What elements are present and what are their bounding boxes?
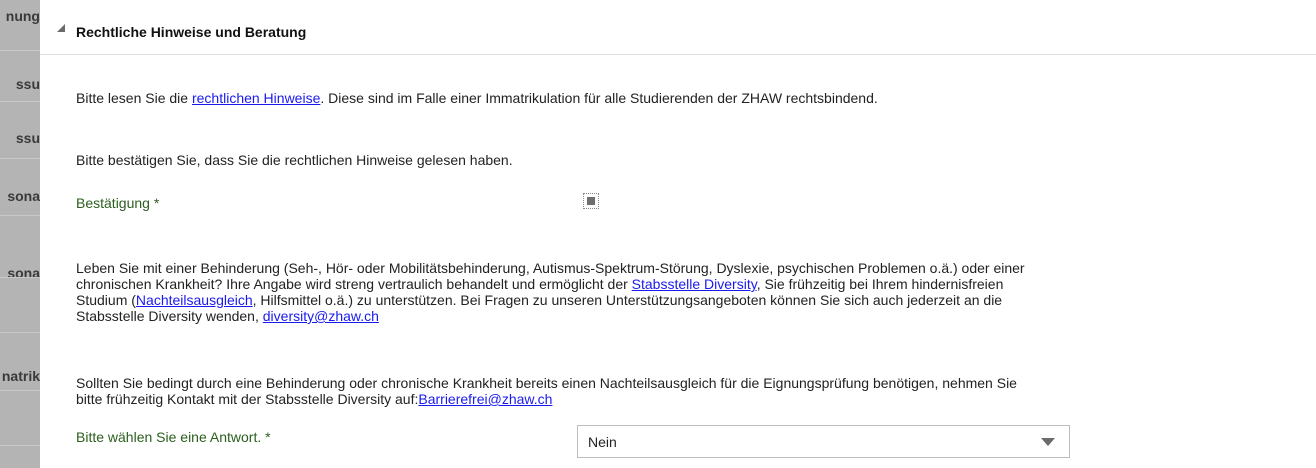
compensation-line-1: Sollten Sie bedingt durch eine Behinderu… — [76, 375, 1017, 391]
sidebar-item[interactable]: eme — [0, 395, 40, 446]
stabsstelle-diversity-link[interactable]: Stabsstelle Diversity — [632, 276, 757, 292]
sidebar-item-label: ssu — [15, 130, 40, 146]
diversity-line-2-text: chronischen Krankheit? Ihre Angabe wird … — [76, 276, 632, 292]
diversity-email-link[interactable]: diversity@zhaw.ch — [263, 308, 379, 324]
compensation-line-2: bitte frühzeitig Kontakt mit der Stabsst… — [76, 391, 1017, 407]
sidebar-item[interactable]: sona — [0, 165, 40, 216]
diversity-line-3-tail: , Hilfsmittel o.ä.) zu unterstützen. Bei… — [252, 292, 1003, 308]
sidebar-item-label: nung — [5, 8, 40, 24]
diversity-line-3: Studium (Nachteilsausgleich, Hilfsmittel… — [76, 292, 1025, 308]
confirm-label: Bestätigung * — [76, 195, 160, 211]
diversity-line-1: Leben Sie mit einer Behinderung (Seh-, H… — [76, 260, 1025, 276]
diversity-text: Leben Sie mit einer Behinderung (Seh-, H… — [76, 260, 1025, 324]
sidebar-nav: nung ssu ssu sona sona leste natrik eme — [0, 0, 40, 468]
sidebar-item[interactable]: nung — [0, 0, 40, 51]
sidebar-item-label: leste — [8, 332, 40, 333]
legal-text-before: Bitte lesen Sie die — [76, 90, 192, 106]
diversity-line-2: chronischen Krankheit? Ihre Angabe wird … — [76, 276, 1025, 292]
answer-select[interactable]: Nein — [577, 425, 1070, 458]
sidebar-item-label: natrik — [1, 368, 40, 384]
sidebar-item[interactable]: ssu — [0, 108, 40, 159]
diversity-line-4-text: Stabsstelle Diversity wenden, — [76, 308, 263, 324]
sidebar-item[interactable]: natrik — [0, 340, 40, 391]
sidebar-item-label: sona — [7, 265, 40, 278]
sidebar-item-label: sona — [7, 188, 40, 204]
compensation-line-2-text: bitte frühzeitig Kontakt mit der Stabsst… — [76, 391, 419, 407]
chevron-down-icon[interactable] — [1041, 438, 1055, 446]
nachteilsausgleich-link[interactable]: Nachteilsausgleich — [136, 292, 253, 308]
legal-notice-link[interactable]: rechtlichen Hinweise — [192, 90, 320, 106]
compensation-text: Sollten Sie bedingt durch eine Behinderu… — [76, 375, 1017, 407]
collapse-triangle-icon[interactable] — [56, 23, 66, 33]
legal-notice-text: Bitte lesen Sie die rechtlichen Hinweise… — [76, 90, 878, 106]
confirm-instruction: Bitte bestätigen Sie, dass Sie die recht… — [76, 152, 513, 168]
diversity-line-2-tail: , Sie frühzeitig bei Ihrem hindernisfrei… — [756, 276, 1004, 292]
diversity-line-4: Stabsstelle Diversity wenden, diversity@… — [76, 308, 1025, 324]
section-title: Rechtliche Hinweise und Beratung — [76, 24, 307, 40]
diversity-line-3-text: Studium ( — [76, 292, 136, 308]
barrierefrei-email-link[interactable]: Barrierefrei@zhaw.ch — [418, 391, 552, 407]
legal-text-after: . Diese sind im Falle einer Immatrikulat… — [320, 90, 878, 106]
sidebar-item[interactable]: leste — [0, 282, 40, 333]
sidebar-item[interactable]: sona — [0, 227, 40, 278]
answer-select-label: Bitte wählen Sie eine Antwort. * — [76, 429, 271, 445]
answer-select-value: Nein — [588, 434, 617, 450]
section-header[interactable]: Rechtliche Hinweise und Beratung — [40, 12, 1316, 55]
sidebar-item[interactable]: ssu — [0, 51, 40, 102]
sidebar-item-label: ssu — [15, 76, 40, 92]
confirm-checkbox[interactable] — [583, 193, 599, 209]
checkbox-mark-icon — [587, 197, 595, 205]
